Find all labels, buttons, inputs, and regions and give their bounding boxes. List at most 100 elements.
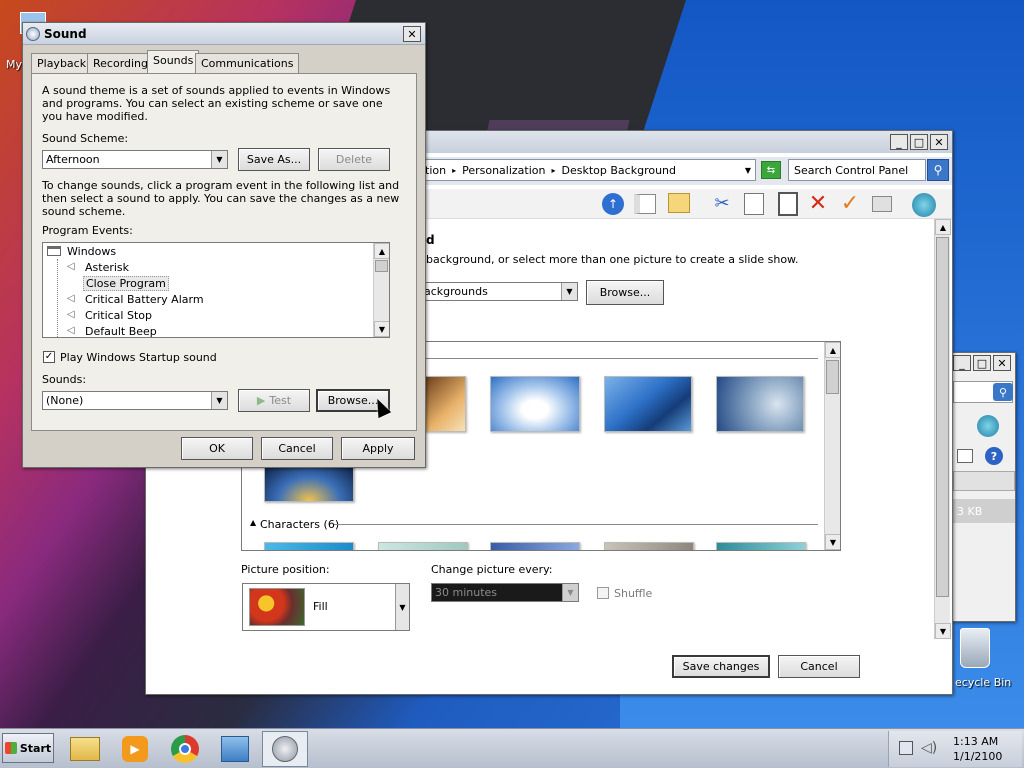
cancel-button[interactable]: Cancel [261, 437, 333, 460]
wallpaper-thumbnail[interactable] [490, 542, 580, 550]
startup-sound-checkbox[interactable]: ✓ [43, 351, 55, 363]
up-icon[interactable]: ↑ [602, 193, 624, 215]
wallpaper-thumbnail[interactable] [264, 542, 354, 550]
wallpaper-thumbnail[interactable] [604, 542, 694, 550]
tree-item[interactable]: ◁ Critical Stop [43, 307, 373, 323]
start-button[interactable]: Start [2, 733, 54, 763]
picture-position-select[interactable]: Fill ▼ [242, 583, 410, 631]
my-computer-label: My [6, 58, 23, 71]
background-explorer-window[interactable]: _ □ ✕ ⚲ ? 3 KB [952, 352, 1016, 622]
close-button[interactable]: ✕ [403, 26, 421, 42]
media-player-taskbar-button[interactable]: ▶ [112, 731, 158, 767]
picture-position-label: Picture position: [241, 563, 330, 576]
apply-button[interactable]: Apply [341, 437, 415, 460]
wallpaper-thumbnail[interactable] [716, 542, 806, 550]
cancel-button[interactable]: Cancel [778, 655, 860, 678]
sound-scheme-combo[interactable]: Afternoon ▼ [42, 150, 228, 169]
close-button[interactable]: ✕ [993, 355, 1011, 371]
checkbox-folder-icon[interactable] [668, 193, 690, 213]
scroll-down-icon[interactable]: ▼ [935, 623, 951, 639]
wallpaper-thumbnail[interactable] [424, 376, 466, 432]
refresh-icon[interactable]: ⇆ [761, 161, 781, 179]
tree-item[interactable]: Close Program [43, 275, 373, 291]
minimize-button[interactable]: _ [953, 355, 971, 371]
minimize-button[interactable]: _ [890, 134, 908, 150]
wallpaper-thumbnail[interactable] [490, 376, 580, 432]
clock-time[interactable]: 1:13 AM [953, 735, 998, 748]
tab-recording[interactable]: Recording [87, 53, 155, 73]
control-panel-taskbar-button[interactable] [212, 731, 258, 767]
views-icon[interactable] [872, 196, 892, 212]
scroll-up-icon[interactable]: ▲ [825, 342, 840, 358]
maximize-button[interactable]: □ [973, 355, 991, 371]
search-icon[interactable]: ⚲ [927, 159, 949, 181]
picture-grid-scrollbar[interactable]: ▲ ▼ [824, 342, 840, 550]
taskbar: Start ▶ ◁) 1:13 AM 1/1/2100 [0, 728, 1024, 768]
maximize-button[interactable]: □ [910, 134, 928, 150]
tab-communications[interactable]: Communications [195, 53, 300, 73]
wallpaper-thumbnail[interactable] [604, 376, 692, 432]
scroll-thumb[interactable] [375, 260, 388, 272]
shuffle-checkbox[interactable] [597, 587, 609, 599]
delete-icon[interactable]: ✕ [806, 189, 830, 217]
close-button[interactable]: ✕ [930, 134, 948, 150]
scroll-thumb[interactable] [936, 237, 949, 597]
save-as-button[interactable]: Save As... [238, 148, 310, 171]
globe-icon[interactable] [977, 415, 999, 437]
test-button[interactable]: ▶ Test [238, 389, 310, 412]
copy-icon[interactable] [744, 193, 764, 215]
network-icon[interactable] [899, 741, 913, 755]
recycle-bin-icon[interactable] [960, 628, 990, 668]
scroll-up-icon[interactable]: ▲ [935, 219, 951, 235]
sound-taskbar-button[interactable] [262, 731, 308, 767]
collapse-icon[interactable]: ▲ [250, 518, 256, 527]
explorer-taskbar-button[interactable] [62, 731, 108, 767]
breadcrumb-item[interactable]: Desktop Background [562, 164, 677, 177]
chrome-taskbar-button[interactable] [162, 731, 208, 767]
wallpaper-thumbnail[interactable] [716, 376, 804, 432]
scroll-down-icon[interactable]: ▼ [374, 321, 389, 337]
tree-item[interactable]: ◁ Asterisk [43, 259, 373, 275]
scroll-thumb[interactable] [826, 360, 839, 394]
view-icon[interactable] [957, 449, 973, 463]
address-dropdown-icon[interactable]: ▼ [745, 166, 751, 175]
address-bar[interactable]: tion ▸ Personalization ▸ Desktop Backgro… [406, 159, 756, 181]
sounds-combo[interactable]: (None) ▼ [42, 391, 228, 410]
search-input[interactable]: Search Control Panel [788, 159, 926, 181]
cut-icon[interactable]: ✂ [711, 191, 733, 215]
clock-date[interactable]: 1/1/2100 [953, 750, 1002, 763]
tree-item[interactable]: ◁ Critical Battery Alarm [43, 291, 373, 307]
scroll-down-icon[interactable]: ▼ [825, 534, 840, 550]
globe-icon[interactable] [912, 193, 936, 217]
delete-button[interactable]: Delete [318, 148, 390, 171]
speaker-icon: ◁ [67, 261, 75, 272]
breadcrumb-item[interactable]: tion [425, 164, 446, 177]
browse-button[interactable]: Browse... [586, 280, 664, 305]
folders-icon[interactable] [634, 194, 656, 214]
tree-root[interactable]: Windows [67, 245, 116, 258]
program-events-tree[interactable]: Windows ◁ Asterisk Close Program ◁ Criti… [42, 242, 390, 338]
ok-button[interactable]: OK [181, 437, 253, 460]
picture-location-combo[interactable]: ackgrounds ▼ [420, 282, 578, 301]
wallpaper-thumbnail[interactable] [264, 466, 354, 502]
category-header[interactable]: Characters (6) [260, 518, 339, 531]
dialog-titlebar[interactable]: Sound ✕ [23, 23, 425, 45]
paste-icon[interactable] [778, 192, 798, 216]
breadcrumb-item[interactable]: Personalization [462, 164, 545, 177]
save-changes-button[interactable]: Save changes [672, 655, 770, 678]
breadcrumb-separator-icon: ▸ [452, 165, 457, 175]
control-panel-icon [221, 736, 249, 762]
volume-icon[interactable]: ◁) [921, 740, 937, 756]
window-scrollbar[interactable]: ▲ ▼ [934, 219, 951, 639]
search-icon[interactable]: ⚲ [993, 383, 1013, 401]
tab-playback[interactable]: Playback [31, 53, 93, 73]
sound-dialog[interactable]: Sound ✕ Playback Recording Sounds Commun… [22, 22, 426, 468]
help-icon[interactable]: ? [985, 447, 1003, 465]
scroll-up-icon[interactable]: ▲ [374, 243, 389, 259]
change-interval-combo[interactable]: 30 minutes ▼ [431, 583, 579, 602]
tree-item[interactable]: ◁ Default Beep [43, 323, 373, 337]
properties-icon[interactable]: ✓ [838, 189, 862, 217]
events-scrollbar[interactable]: ▲ ▼ [373, 243, 389, 337]
wallpaper-thumbnail[interactable] [378, 542, 468, 550]
tab-sounds[interactable]: Sounds [147, 50, 200, 74]
